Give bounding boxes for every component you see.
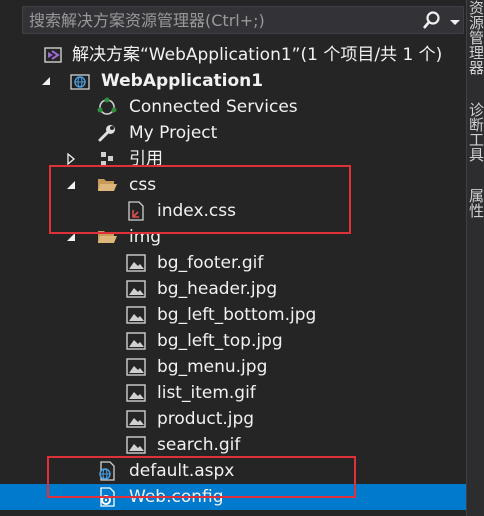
search-input[interactable] <box>29 10 409 30</box>
image-file-icon <box>125 276 147 302</box>
expanded-arrow-icon[interactable] <box>39 68 53 94</box>
tree-row-css-folder[interactable]: css <box>0 172 466 198</box>
project-label: WebApplication1 <box>101 71 264 91</box>
tab-properties[interactable]: 属性 <box>467 188 484 218</box>
my-project-label: My Project <box>129 123 218 143</box>
search-icon[interactable] <box>421 10 443 32</box>
right-tool-window-strip: 资源管理器 诊断工具 属性 <box>466 0 484 516</box>
folder-open-icon <box>96 224 118 250</box>
tree-row-image-file[interactable]: bg_menu.jpg <box>0 354 466 380</box>
web-file-icon <box>96 458 118 484</box>
image-file-icon <box>125 432 147 458</box>
image-file-icon <box>125 380 147 406</box>
tree-row-image-file[interactable]: bg_footer.gif <box>0 250 466 276</box>
image-file-icon <box>125 328 147 354</box>
image-file-icon <box>125 302 147 328</box>
image-file-icon <box>125 250 147 276</box>
tree-row-index-css[interactable]: index.css <box>0 198 466 224</box>
search-bar <box>22 6 464 34</box>
web-project-icon <box>69 68 91 94</box>
tab-solution-explorer[interactable]: 资源管理器 <box>467 0 484 75</box>
tree-row-image-file[interactable]: list_item.gif <box>0 380 466 406</box>
tree-row-default-aspx[interactable]: default.aspx <box>0 458 466 484</box>
css-file-icon <box>125 198 147 224</box>
expanded-arrow-icon[interactable] <box>64 172 78 198</box>
tree-row-image-file[interactable]: bg_left_top.jpg <box>0 328 466 354</box>
image-file-label: search.gif <box>157 435 241 455</box>
config-file-icon <box>96 484 118 510</box>
default-aspx-label: default.aspx <box>129 461 235 481</box>
index-css-label: index.css <box>157 201 236 221</box>
tree-row-image-file[interactable]: bg_header.jpg <box>0 276 466 302</box>
image-file-icon <box>125 354 147 380</box>
tree-row-image-file[interactable]: product.jpg <box>0 406 466 432</box>
image-file-label: bg_footer.gif <box>157 253 264 273</box>
image-file-icon <box>125 406 147 432</box>
solution-label: 解决方案“WebApplication1”(1 个项目/共 1 个) <box>72 45 443 65</box>
tree-row-web-config[interactable]: Web.config <box>0 484 466 510</box>
image-file-label: list_item.gif <box>157 383 256 403</box>
collapsed-arrow-icon[interactable] <box>64 146 78 172</box>
image-file-label: bg_menu.jpg <box>157 357 268 377</box>
web-config-label: Web.config <box>129 487 224 507</box>
connected-services-icon <box>96 94 118 120</box>
solution-explorer-panel: 解决方案“WebApplication1”(1 个项目/共 1 个) WebAp… <box>0 0 466 516</box>
references-label: 引用 <box>129 149 163 169</box>
image-file-label: bg_left_top.jpg <box>157 331 283 351</box>
tree-row-project[interactable]: WebApplication1 <box>0 68 466 94</box>
tree-row-solution[interactable]: 解决方案“WebApplication1”(1 个项目/共 1 个) <box>0 42 466 68</box>
tree-row-image-file[interactable]: bg_left_bottom.jpg <box>0 302 466 328</box>
chevron-down-icon[interactable] <box>448 10 462 32</box>
solution-icon <box>42 42 64 68</box>
tree-row-img-folder[interactable]: img <box>0 224 466 250</box>
image-file-label: bg_header.jpg <box>157 279 278 299</box>
tab-diagnostic-tools[interactable]: 诊断工具 <box>467 102 484 162</box>
tree-row-image-file[interactable]: search.gif <box>0 432 466 458</box>
tree-row-my-project[interactable]: My Project <box>0 120 466 146</box>
tree-row-references[interactable]: 引用 <box>0 146 466 172</box>
wrench-icon <box>96 120 118 146</box>
folder-open-icon <box>96 172 118 198</box>
references-icon <box>96 146 118 172</box>
img-folder-label: img <box>129 227 162 247</box>
connected-services-label: Connected Services <box>129 97 298 117</box>
expanded-arrow-icon[interactable] <box>64 224 78 250</box>
tree-row-connected-services[interactable]: Connected Services <box>0 94 466 120</box>
css-folder-label: css <box>129 175 157 195</box>
image-file-label: product.jpg <box>157 409 255 429</box>
image-file-label: bg_left_bottom.jpg <box>157 305 317 325</box>
